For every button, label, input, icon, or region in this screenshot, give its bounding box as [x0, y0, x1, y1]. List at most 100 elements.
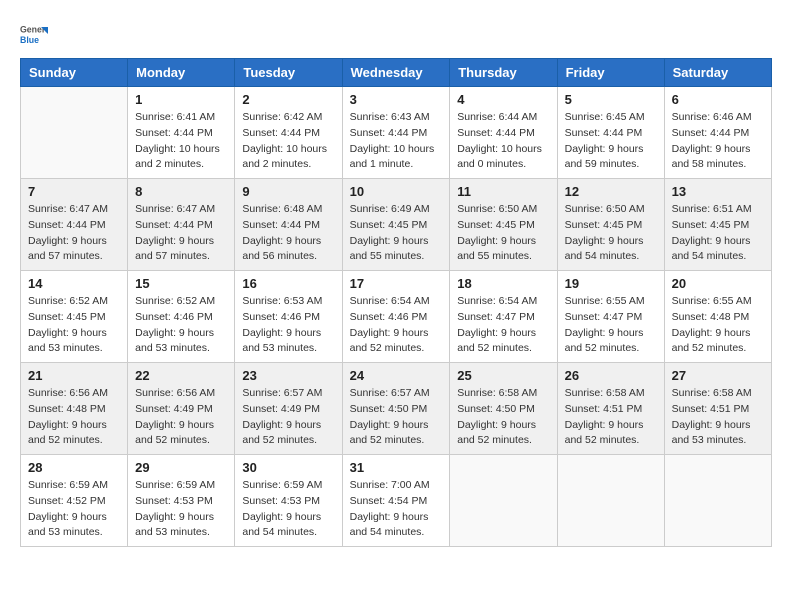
- day-number: 23: [242, 368, 334, 383]
- day-number: 25: [457, 368, 549, 383]
- day-info: Sunrise: 6:57 AM Sunset: 4:49 PM Dayligh…: [242, 386, 334, 449]
- day-info: Sunrise: 6:42 AM Sunset: 4:44 PM Dayligh…: [242, 110, 334, 173]
- day-info: Sunrise: 6:59 AM Sunset: 4:53 PM Dayligh…: [135, 478, 227, 541]
- day-info: Sunrise: 6:54 AM Sunset: 4:46 PM Dayligh…: [350, 294, 443, 357]
- day-info: Sunrise: 6:47 AM Sunset: 4:44 PM Dayligh…: [135, 202, 227, 265]
- column-header-saturday: Saturday: [664, 59, 771, 87]
- day-number: 26: [565, 368, 657, 383]
- day-info: Sunrise: 6:58 AM Sunset: 4:51 PM Dayligh…: [565, 386, 657, 449]
- day-info: Sunrise: 6:59 AM Sunset: 4:52 PM Dayligh…: [28, 478, 120, 541]
- day-info: Sunrise: 6:50 AM Sunset: 4:45 PM Dayligh…: [457, 202, 549, 265]
- day-number: 21: [28, 368, 120, 383]
- day-info: Sunrise: 6:58 AM Sunset: 4:51 PM Dayligh…: [672, 386, 764, 449]
- day-number: 19: [565, 276, 657, 291]
- day-number: 22: [135, 368, 227, 383]
- svg-text:Blue: Blue: [20, 35, 39, 45]
- day-number: 18: [457, 276, 549, 291]
- calendar-day-cell: 29 Sunrise: 6:59 AM Sunset: 4:53 PM Dayl…: [128, 455, 235, 547]
- day-info: Sunrise: 6:51 AM Sunset: 4:45 PM Dayligh…: [672, 202, 764, 265]
- calendar-day-cell: 25 Sunrise: 6:58 AM Sunset: 4:50 PM Dayl…: [450, 363, 557, 455]
- day-info: Sunrise: 7:00 AM Sunset: 4:54 PM Dayligh…: [350, 478, 443, 541]
- logo: General Blue: [20, 20, 48, 48]
- day-number: 5: [565, 92, 657, 107]
- day-info: Sunrise: 6:58 AM Sunset: 4:50 PM Dayligh…: [457, 386, 549, 449]
- day-info: Sunrise: 6:55 AM Sunset: 4:48 PM Dayligh…: [672, 294, 764, 357]
- calendar-day-cell: [21, 87, 128, 179]
- calendar-day-cell: 8 Sunrise: 6:47 AM Sunset: 4:44 PM Dayli…: [128, 179, 235, 271]
- calendar-day-cell: 1 Sunrise: 6:41 AM Sunset: 4:44 PM Dayli…: [128, 87, 235, 179]
- day-number: 14: [28, 276, 120, 291]
- calendar-day-cell: 6 Sunrise: 6:46 AM Sunset: 4:44 PM Dayli…: [664, 87, 771, 179]
- calendar-day-cell: [450, 455, 557, 547]
- day-number: 8: [135, 184, 227, 199]
- calendar-header-row: SundayMondayTuesdayWednesdayThursdayFrid…: [21, 59, 772, 87]
- day-number: 10: [350, 184, 443, 199]
- calendar-day-cell: [557, 455, 664, 547]
- calendar-day-cell: 14 Sunrise: 6:52 AM Sunset: 4:45 PM Dayl…: [21, 271, 128, 363]
- calendar-week-row: 1 Sunrise: 6:41 AM Sunset: 4:44 PM Dayli…: [21, 87, 772, 179]
- day-info: Sunrise: 6:45 AM Sunset: 4:44 PM Dayligh…: [565, 110, 657, 173]
- calendar-day-cell: 15 Sunrise: 6:52 AM Sunset: 4:46 PM Dayl…: [128, 271, 235, 363]
- calendar-day-cell: 3 Sunrise: 6:43 AM Sunset: 4:44 PM Dayli…: [342, 87, 450, 179]
- day-number: 17: [350, 276, 443, 291]
- day-info: Sunrise: 6:48 AM Sunset: 4:44 PM Dayligh…: [242, 202, 334, 265]
- column-header-monday: Monday: [128, 59, 235, 87]
- day-info: Sunrise: 6:52 AM Sunset: 4:46 PM Dayligh…: [135, 294, 227, 357]
- day-number: 11: [457, 184, 549, 199]
- calendar-day-cell: 23 Sunrise: 6:57 AM Sunset: 4:49 PM Dayl…: [235, 363, 342, 455]
- day-info: Sunrise: 6:56 AM Sunset: 4:48 PM Dayligh…: [28, 386, 120, 449]
- calendar-week-row: 21 Sunrise: 6:56 AM Sunset: 4:48 PM Dayl…: [21, 363, 772, 455]
- day-info: Sunrise: 6:47 AM Sunset: 4:44 PM Dayligh…: [28, 202, 120, 265]
- day-number: 16: [242, 276, 334, 291]
- calendar-day-cell: 27 Sunrise: 6:58 AM Sunset: 4:51 PM Dayl…: [664, 363, 771, 455]
- calendar-day-cell: 18 Sunrise: 6:54 AM Sunset: 4:47 PM Dayl…: [450, 271, 557, 363]
- day-number: 6: [672, 92, 764, 107]
- calendar-day-cell: 21 Sunrise: 6:56 AM Sunset: 4:48 PM Dayl…: [21, 363, 128, 455]
- calendar-day-cell: 10 Sunrise: 6:49 AM Sunset: 4:45 PM Dayl…: [342, 179, 450, 271]
- calendar-day-cell: 9 Sunrise: 6:48 AM Sunset: 4:44 PM Dayli…: [235, 179, 342, 271]
- calendar-table: SundayMondayTuesdayWednesdayThursdayFrid…: [20, 58, 772, 547]
- calendar-day-cell: 22 Sunrise: 6:56 AM Sunset: 4:49 PM Dayl…: [128, 363, 235, 455]
- column-header-sunday: Sunday: [21, 59, 128, 87]
- day-number: 24: [350, 368, 443, 383]
- day-number: 4: [457, 92, 549, 107]
- day-number: 9: [242, 184, 334, 199]
- calendar-day-cell: 4 Sunrise: 6:44 AM Sunset: 4:44 PM Dayli…: [450, 87, 557, 179]
- day-number: 31: [350, 460, 443, 475]
- calendar-day-cell: 26 Sunrise: 6:58 AM Sunset: 4:51 PM Dayl…: [557, 363, 664, 455]
- calendar-day-cell: 24 Sunrise: 6:57 AM Sunset: 4:50 PM Dayl…: [342, 363, 450, 455]
- day-info: Sunrise: 6:54 AM Sunset: 4:47 PM Dayligh…: [457, 294, 549, 357]
- column-header-tuesday: Tuesday: [235, 59, 342, 87]
- calendar-week-row: 28 Sunrise: 6:59 AM Sunset: 4:52 PM Dayl…: [21, 455, 772, 547]
- calendar-day-cell: 31 Sunrise: 7:00 AM Sunset: 4:54 PM Dayl…: [342, 455, 450, 547]
- calendar-day-cell: 12 Sunrise: 6:50 AM Sunset: 4:45 PM Dayl…: [557, 179, 664, 271]
- calendar-day-cell: 28 Sunrise: 6:59 AM Sunset: 4:52 PM Dayl…: [21, 455, 128, 547]
- calendar-day-cell: 7 Sunrise: 6:47 AM Sunset: 4:44 PM Dayli…: [21, 179, 128, 271]
- day-info: Sunrise: 6:44 AM Sunset: 4:44 PM Dayligh…: [457, 110, 549, 173]
- calendar-day-cell: 16 Sunrise: 6:53 AM Sunset: 4:46 PM Dayl…: [235, 271, 342, 363]
- day-number: 3: [350, 92, 443, 107]
- day-number: 2: [242, 92, 334, 107]
- day-info: Sunrise: 6:50 AM Sunset: 4:45 PM Dayligh…: [565, 202, 657, 265]
- day-info: Sunrise: 6:41 AM Sunset: 4:44 PM Dayligh…: [135, 110, 227, 173]
- day-info: Sunrise: 6:59 AM Sunset: 4:53 PM Dayligh…: [242, 478, 334, 541]
- day-info: Sunrise: 6:55 AM Sunset: 4:47 PM Dayligh…: [565, 294, 657, 357]
- calendar-day-cell: 11 Sunrise: 6:50 AM Sunset: 4:45 PM Dayl…: [450, 179, 557, 271]
- calendar-day-cell: 2 Sunrise: 6:42 AM Sunset: 4:44 PM Dayli…: [235, 87, 342, 179]
- calendar-week-row: 7 Sunrise: 6:47 AM Sunset: 4:44 PM Dayli…: [21, 179, 772, 271]
- calendar-day-cell: 5 Sunrise: 6:45 AM Sunset: 4:44 PM Dayli…: [557, 87, 664, 179]
- day-info: Sunrise: 6:49 AM Sunset: 4:45 PM Dayligh…: [350, 202, 443, 265]
- day-number: 30: [242, 460, 334, 475]
- calendar-week-row: 14 Sunrise: 6:52 AM Sunset: 4:45 PM Dayl…: [21, 271, 772, 363]
- calendar-day-cell: 13 Sunrise: 6:51 AM Sunset: 4:45 PM Dayl…: [664, 179, 771, 271]
- column-header-thursday: Thursday: [450, 59, 557, 87]
- column-header-wednesday: Wednesday: [342, 59, 450, 87]
- day-number: 12: [565, 184, 657, 199]
- day-number: 29: [135, 460, 227, 475]
- day-number: 1: [135, 92, 227, 107]
- day-number: 28: [28, 460, 120, 475]
- day-info: Sunrise: 6:56 AM Sunset: 4:49 PM Dayligh…: [135, 386, 227, 449]
- day-info: Sunrise: 6:46 AM Sunset: 4:44 PM Dayligh…: [672, 110, 764, 173]
- calendar-day-cell: 19 Sunrise: 6:55 AM Sunset: 4:47 PM Dayl…: [557, 271, 664, 363]
- logo-icon: General Blue: [20, 20, 48, 48]
